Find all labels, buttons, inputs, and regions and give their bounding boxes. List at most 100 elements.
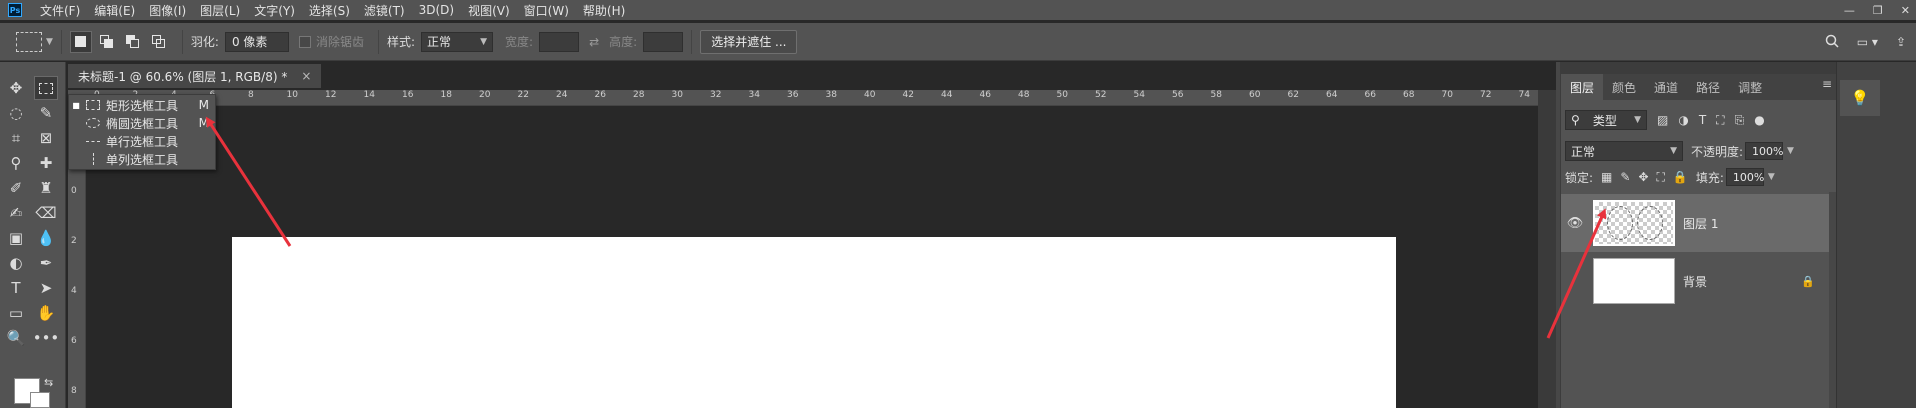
- chevron-down-icon[interactable]: ▼: [1768, 172, 1775, 182]
- zoom-tool-icon[interactable]: 🔍: [4, 326, 28, 350]
- swap-icon[interactable]: ⇄: [589, 35, 599, 49]
- swap-colors-icon[interactable]: ⇆: [44, 376, 53, 389]
- tool-preset-picker[interactable]: [16, 31, 42, 52]
- blend-mode-select[interactable]: 正常 ▼: [1565, 141, 1683, 161]
- new-selection-button[interactable]: [69, 30, 92, 53]
- style-select[interactable]: 正常 ▼: [421, 31, 494, 52]
- layer-name[interactable]: 图层 1: [1683, 215, 1718, 232]
- eyedropper-tool-icon[interactable]: ⚲: [4, 151, 28, 175]
- chevron-down-icon[interactable]: ▼: [1787, 146, 1794, 156]
- menu-image[interactable]: 图像(I): [149, 2, 186, 19]
- tab-adjustments[interactable]: 调整: [1729, 74, 1771, 100]
- rectangle-tool-icon[interactable]: ▭: [4, 301, 28, 325]
- share-icon[interactable]: ⇪: [1896, 35, 1906, 49]
- clone-stamp-tool-icon[interactable]: ♜: [34, 176, 58, 200]
- filter-type-icon[interactable]: T: [1699, 113, 1706, 127]
- healing-brush-tool-icon[interactable]: ✚: [34, 151, 58, 175]
- lock-artboard-icon[interactable]: ⛶: [1657, 170, 1665, 185]
- search-icon[interactable]: [1825, 34, 1839, 51]
- filter-adjustment-icon[interactable]: ◑: [1678, 113, 1688, 127]
- lasso-tool-icon[interactable]: ◌: [4, 101, 28, 125]
- tab-paths[interactable]: 路径: [1687, 74, 1729, 100]
- close-button[interactable]: ✕: [1901, 4, 1910, 17]
- brush-tool-icon[interactable]: ✐: [4, 176, 28, 200]
- pen-tool-icon[interactable]: ✒: [34, 251, 58, 275]
- lock-position-icon[interactable]: ✥: [1638, 170, 1648, 184]
- learn-lightbulb-icon[interactable]: 💡: [1840, 80, 1880, 116]
- menu-edit[interactable]: 编辑(E): [94, 2, 135, 19]
- background-color-swatch[interactable]: [30, 392, 50, 408]
- photoshop-logo: Ps: [8, 3, 22, 17]
- menu-view[interactable]: 视图(V): [468, 2, 510, 19]
- marquee-tool-icon[interactable]: [34, 76, 58, 100]
- more-tools-icon[interactable]: •••: [33, 326, 60, 350]
- tab-channels[interactable]: 通道: [1645, 74, 1687, 100]
- feather-input[interactable]: 0 像素: [224, 31, 289, 52]
- filter-pixel-icon[interactable]: ▨: [1657, 113, 1668, 127]
- canvas-vertical-scrollbar[interactable]: [1538, 90, 1556, 408]
- menu-help[interactable]: 帮助(H): [583, 2, 625, 19]
- opacity-input[interactable]: 100%: [1745, 142, 1784, 160]
- lock-transparent-icon[interactable]: ▦: [1601, 170, 1612, 184]
- height-label: 高度:: [609, 35, 638, 49]
- style-label: 样式:: [386, 35, 416, 49]
- crop-tool-icon[interactable]: ⌗: [4, 126, 28, 150]
- menu-filter[interactable]: 滤镜(T): [364, 2, 405, 19]
- type-tool-icon[interactable]: T: [4, 276, 28, 300]
- flyout-item-single-row-marquee[interactable]: 单行选框工具: [69, 132, 215, 150]
- hand-tool-icon[interactable]: ✋: [34, 301, 58, 325]
- filter-toggle-icon[interactable]: ●: [1754, 113, 1764, 127]
- antialias-checkbox[interactable]: [298, 35, 311, 48]
- subtract-selection-button[interactable]: [122, 31, 144, 53]
- intersect-selection-button[interactable]: [148, 31, 170, 53]
- panel-menu-icon[interactable]: ≡: [1822, 77, 1832, 91]
- move-tool-icon[interactable]: ✥: [4, 76, 28, 100]
- dodge-tool-icon[interactable]: ◐: [4, 251, 28, 275]
- filter-shape-icon[interactable]: ⛶: [1716, 113, 1724, 128]
- document-canvas[interactable]: [232, 237, 1396, 408]
- flyout-item-single-column-marquee[interactable]: 单列选框工具: [69, 150, 215, 168]
- ruler-tick-label: 26: [594, 90, 606, 100]
- document-tab[interactable]: 未标题-1 @ 60.6% (图层 1, RGB/8) * ×: [68, 64, 322, 88]
- flyout-item-ellipse-marquee[interactable]: 椭圆选框工具 M: [69, 114, 215, 132]
- select-and-mask-button[interactable]: 选择并遮住 ...: [700, 29, 798, 54]
- tab-color[interactable]: 颜色: [1603, 74, 1645, 100]
- minimize-button[interactable]: —: [1844, 4, 1855, 17]
- filter-smart-object-icon[interactable]: ⎘: [1735, 113, 1745, 128]
- width-input[interactable]: [539, 31, 580, 52]
- lock-all-icon[interactable]: 🔒: [1673, 170, 1688, 184]
- eraser-tool-icon[interactable]: ⌫: [34, 201, 58, 225]
- layer-row[interactable]: 👁 图层 1: [1561, 194, 1829, 252]
- lock-image-icon[interactable]: ✎: [1620, 170, 1630, 184]
- history-brush-tool-icon[interactable]: ✍: [4, 201, 28, 225]
- menu-window[interactable]: 窗口(W): [524, 2, 569, 19]
- chevron-down-icon[interactable]: ▼: [46, 37, 53, 47]
- frame-tool-icon[interactable]: ⊠: [34, 126, 58, 150]
- layer-filter-select[interactable]: ⚲ 类型 ▼: [1565, 110, 1647, 130]
- menu-type[interactable]: 文字(Y): [254, 2, 295, 19]
- quick-select-tool-icon[interactable]: ✎: [34, 101, 58, 125]
- fill-label: 填充:: [1695, 170, 1724, 185]
- workspace-icon[interactable]: ▭ ▾: [1857, 35, 1878, 49]
- layer-row[interactable]: 背景 🔒: [1561, 252, 1829, 310]
- path-select-tool-icon[interactable]: ➤: [34, 276, 58, 300]
- close-tab-icon[interactable]: ×: [301, 69, 311, 83]
- menu-3d[interactable]: 3D(D): [419, 3, 454, 17]
- filter-search-icon: ⚲: [1571, 113, 1580, 127]
- ruler-tick-label: 38: [825, 90, 837, 100]
- height-input[interactable]: [643, 31, 684, 52]
- add-to-selection-button[interactable]: [96, 31, 118, 53]
- gradient-tool-icon[interactable]: ▣: [4, 226, 28, 250]
- fill-input[interactable]: 100%: [1725, 168, 1764, 186]
- filter-value: 类型: [1592, 113, 1617, 128]
- blur-tool-icon[interactable]: 💧: [34, 226, 58, 250]
- restore-button[interactable]: ❐: [1873, 4, 1883, 17]
- menu-layer[interactable]: 图层(L): [200, 2, 240, 19]
- ruler-tick-label: 30: [671, 90, 683, 100]
- flyout-item-rect-marquee[interactable]: ■ 矩形选框工具 M: [69, 96, 215, 114]
- tab-layers[interactable]: 图层: [1561, 74, 1604, 100]
- eye-icon[interactable]: 👁: [1561, 216, 1589, 231]
- menu-select[interactable]: 选择(S): [309, 2, 350, 19]
- layer-name[interactable]: 背景: [1683, 273, 1707, 290]
- menu-file[interactable]: 文件(F): [40, 2, 80, 19]
